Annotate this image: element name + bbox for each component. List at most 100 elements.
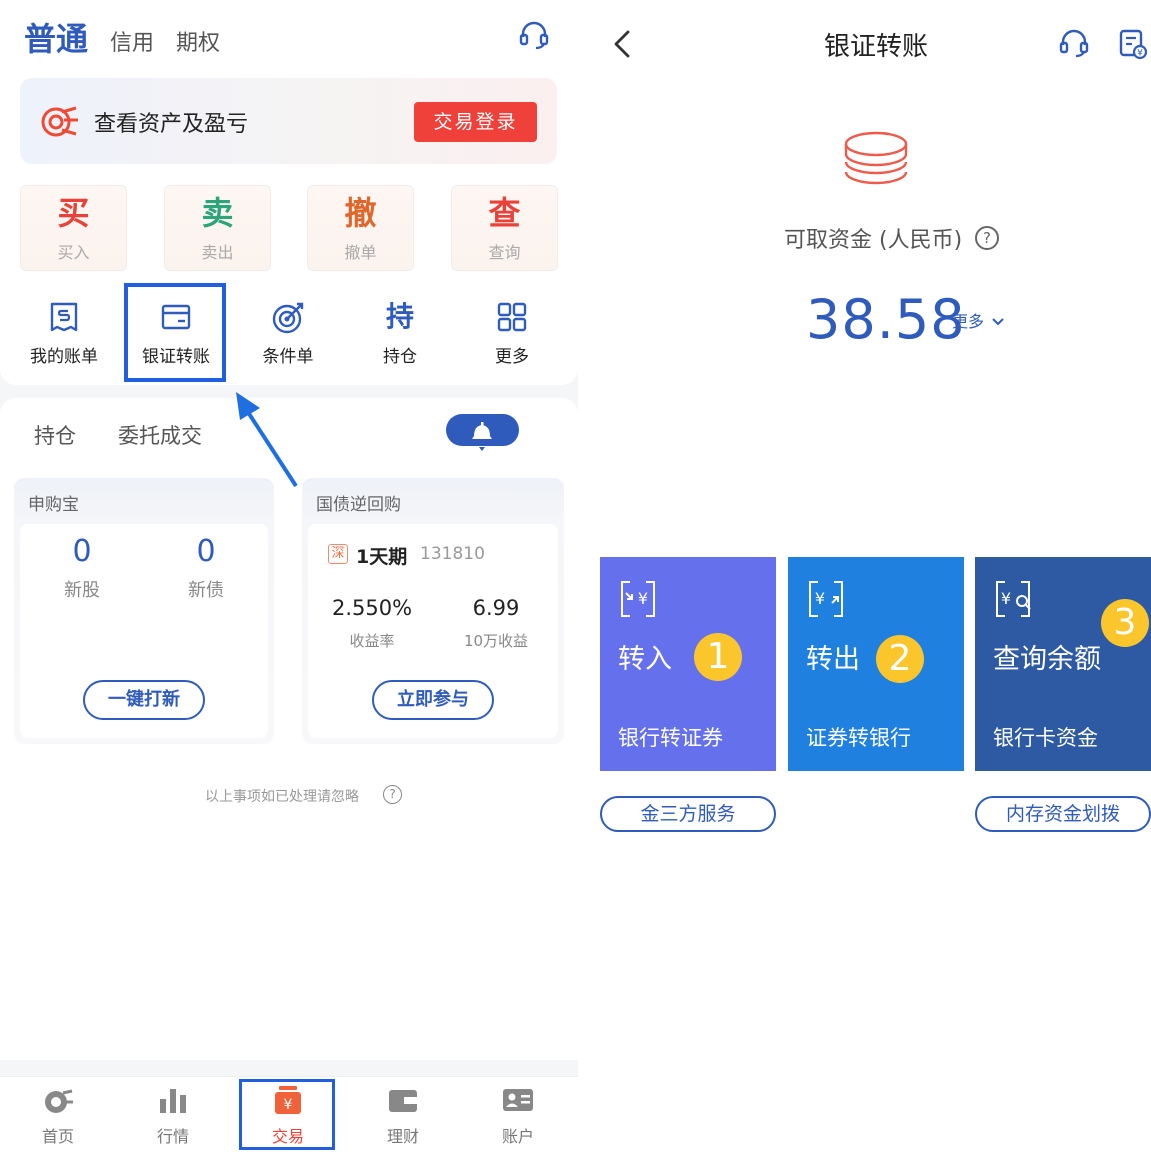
- tab-orders[interactable]: 委托成交: [118, 420, 202, 450]
- trade-actions: 买 买入 卖 卖出 撤 撤单 查 查询: [20, 185, 558, 271]
- home-icon: [45, 1089, 73, 1113]
- new-bond-count: 0: [196, 534, 216, 569]
- hold-icon: 持: [385, 300, 414, 333]
- buy-glyph: 买: [57, 194, 90, 232]
- tab-options[interactable]: 期权: [176, 25, 220, 57]
- shenzhen-badge: 深: [328, 544, 348, 564]
- bank-transfer-highlight: [124, 283, 226, 382]
- sell-button[interactable]: 卖 卖出: [164, 185, 271, 271]
- more-label: 更多: [952, 312, 985, 331]
- positions-card: 持仓 委托成交 申购宝 0 新股 0 新债 一键打新 国债逆回购 深 1天期 1…: [0, 398, 578, 1060]
- internal-fund-transfer-button[interactable]: 内存资金划拨: [975, 796, 1151, 832]
- sell-label: 卖出: [201, 243, 234, 262]
- tabbar-home-label: 首页: [41, 1127, 74, 1146]
- wallet-icon: [389, 1090, 417, 1112]
- transfer-in-icon: ¥: [621, 581, 655, 617]
- asset-banner[interactable]: 查看资产及盈亏 交易登录: [20, 78, 557, 164]
- cancel-order-button[interactable]: 撤 撤单: [307, 185, 414, 271]
- more-button[interactable]: 更多: [457, 296, 567, 367]
- holdings-button[interactable]: 持 持仓: [345, 296, 455, 367]
- function-grid: 我的账单 银证转账 条件单 持 持仓 更多: [0, 296, 578, 376]
- transfer-out-title: 转出: [806, 644, 860, 675]
- step-badge-3: 3: [1101, 599, 1149, 647]
- account-type-tabs: 普通 信用 期权: [24, 14, 220, 60]
- cancel-label: 撤单: [344, 243, 377, 262]
- chevron-down-icon: [992, 318, 1004, 326]
- tabbar-market[interactable]: 行情: [133, 1083, 213, 1147]
- brand-logo-icon: [41, 106, 78, 137]
- my-bill-label: 我的账单: [30, 347, 98, 367]
- transfer-in-title: 转入: [618, 644, 672, 675]
- repo-code: 131810: [420, 544, 485, 564]
- bell-icon: [472, 422, 492, 451]
- reverse-repo-title: 国债逆回购: [316, 495, 401, 515]
- cancel-glyph: 撤: [344, 194, 377, 232]
- conditional-order-button[interactable]: 条件单: [233, 296, 343, 367]
- ipo-body: 0 新股 0 新债 一键打新: [20, 524, 268, 738]
- query-button[interactable]: 查 查询: [451, 185, 558, 271]
- new-stock-count: 0: [72, 534, 92, 569]
- trade-page: 普通 信用 期权 查看资产及盈亏 交易登录 买 买入 卖 卖出 撤 撤单 查 查…: [0, 0, 578, 1165]
- transfer-out-icon: ¥: [809, 581, 843, 617]
- balance-query-title: 查询余额: [993, 644, 1101, 675]
- notification-button[interactable]: [446, 414, 519, 451]
- participate-button[interactable]: 立即参与: [372, 680, 494, 720]
- repo-rate: 2.550%: [331, 596, 413, 620]
- tabbar-wealth[interactable]: 理财: [363, 1083, 443, 1147]
- step-badge-1: 1: [694, 633, 742, 681]
- help-icon[interactable]: ?: [975, 226, 999, 250]
- pointer-arrow: [236, 392, 298, 488]
- help-icon[interactable]: ?: [383, 785, 402, 804]
- step-badge-2: 2: [876, 635, 924, 683]
- trade-tab-highlight: [239, 1079, 335, 1150]
- repo-rate-label: 收益率: [349, 632, 395, 650]
- transfer-out-desc: 证券转银行: [806, 726, 911, 750]
- bill-icon: [50, 302, 78, 332]
- available-funds-label: 可取资金 (人民币): [784, 228, 963, 253]
- balance-query-card[interactable]: ¥ 查询余额 3 银行卡资金: [975, 557, 1151, 771]
- ignore-notice: 以上事项如已处理请忽略: [205, 789, 359, 805]
- one-click-ipo-button[interactable]: 一键打新: [83, 680, 205, 720]
- trade-login-button[interactable]: 交易登录: [414, 102, 537, 142]
- tabbar-account[interactable]: 账户: [478, 1083, 558, 1147]
- more-label: 更多: [495, 347, 529, 367]
- transfer-out-card[interactable]: ¥ 转出 2 证券转银行: [788, 557, 964, 771]
- top-card: 普通 信用 期权 查看资产及盈亏 交易登录 买 买入 卖 卖出 撤 撤单 查 查…: [0, 0, 578, 385]
- tab-credit[interactable]: 信用: [110, 25, 154, 57]
- svg-text:¥: ¥: [638, 589, 648, 608]
- bank-transfer-page: 银证转账 ¥ 可取资金 (人民币) ? 38.58 更多 ¥ 转入 1 银行转证…: [578, 0, 1151, 1165]
- grid-icon: [497, 302, 527, 332]
- ipo-title: 申购宝: [28, 495, 79, 515]
- record-icon[interactable]: ¥: [1118, 28, 1148, 60]
- position-tabs: 持仓 委托成交: [34, 420, 202, 450]
- repo-income-label: 10万收益: [463, 632, 529, 650]
- new-bond-label: 新债: [188, 580, 224, 601]
- third-party-service-button[interactable]: 金三方服务: [600, 796, 776, 832]
- tabbar-account-label: 账户: [501, 1127, 534, 1146]
- transfer-in-card[interactable]: ¥ 转入 1 银行转证券: [600, 557, 776, 771]
- tabbar-market-label: 行情: [156, 1127, 189, 1146]
- coins-icon: [844, 131, 908, 185]
- sell-glyph: 卖: [201, 194, 234, 232]
- ipo-card: 申购宝 0 新股 0 新债 一键打新: [14, 478, 274, 744]
- buy-button[interactable]: 买 买入: [20, 185, 127, 271]
- reverse-repo-card: 国债逆回购 深 1天期 131810 2.550% 收益率 6.99 10万收益…: [302, 478, 564, 744]
- headset-icon[interactable]: [1058, 28, 1090, 58]
- target-icon: [272, 302, 304, 334]
- tabbar-home[interactable]: 首页: [18, 1083, 98, 1147]
- balance-query-desc: 银行卡资金: [993, 726, 1098, 750]
- my-bill-button[interactable]: 我的账单: [9, 296, 119, 367]
- headset-icon[interactable]: [518, 20, 550, 50]
- buy-label: 买入: [57, 243, 90, 262]
- query-glyph: 查: [488, 194, 521, 232]
- tab-normal[interactable]: 普通: [24, 14, 88, 60]
- svg-text:¥: ¥: [815, 589, 825, 608]
- account-icon: [503, 1089, 533, 1111]
- balance-query-icon: ¥: [996, 581, 1031, 617]
- more-toggle[interactable]: 更多: [952, 308, 1005, 332]
- svg-text:¥: ¥: [1137, 49, 1143, 59]
- query-label: 查询: [488, 243, 521, 262]
- market-icon: [160, 1089, 186, 1113]
- tab-holdings[interactable]: 持仓: [34, 420, 76, 450]
- conditional-order-label: 条件单: [262, 347, 314, 367]
